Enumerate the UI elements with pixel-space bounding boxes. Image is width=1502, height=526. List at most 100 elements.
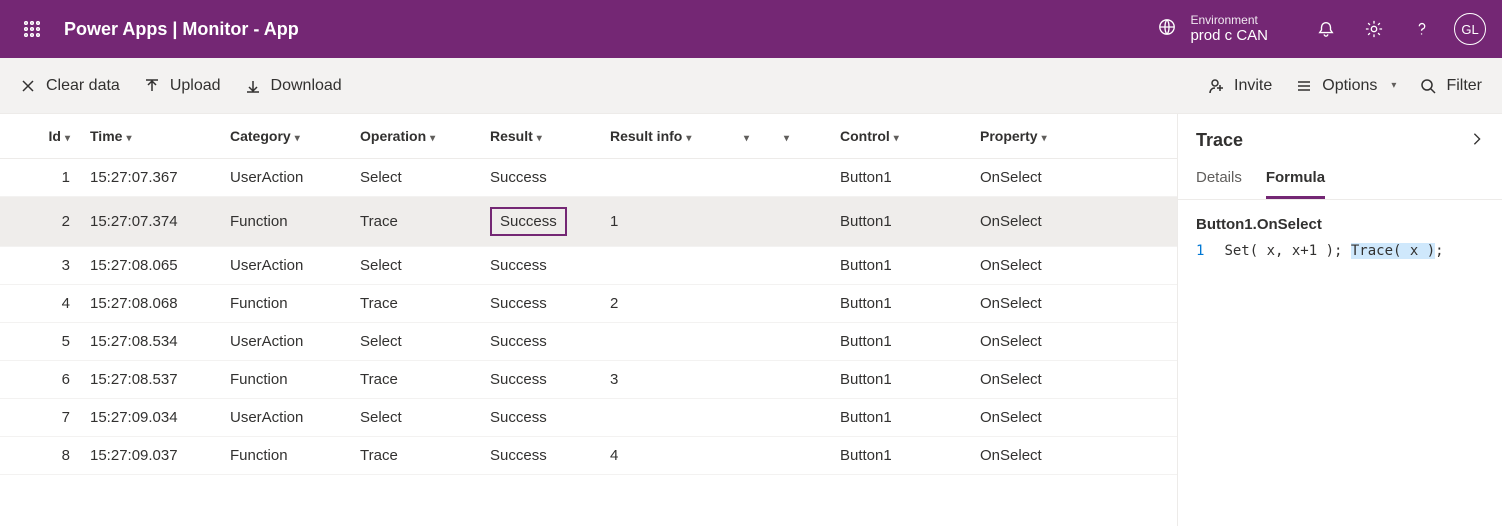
code-line-number: 1 [1196,243,1204,259]
waffle-icon[interactable] [8,21,56,37]
col-extra-2[interactable]: ▾ [770,114,830,159]
settings-icon[interactable] [1350,0,1398,58]
cell-control: Button1 [830,197,970,247]
chevron-down-icon: ▾ [295,133,300,144]
cell-result-info: 3 [600,361,730,399]
cell-property: OnSelect [970,361,1177,399]
cell-operation: Trace [350,437,480,475]
user-avatar[interactable]: GL [1454,13,1486,45]
table-row[interactable]: 115:27:07.367UserActionSelectSuccessButt… [0,159,1177,197]
cell-extra-1 [730,247,770,285]
table-row[interactable]: 415:27:08.068FunctionTraceSuccess2Button… [0,285,1177,323]
cell-result: Success [480,197,600,247]
cell-operation: Trace [350,285,480,323]
cell-category: Function [220,285,350,323]
tab-formula[interactable]: Formula [1266,161,1325,199]
cell-control: Button1 [830,285,970,323]
cell-operation: Select [350,159,480,197]
chevron-down-icon: ▾ [1391,80,1396,91]
notifications-icon[interactable] [1302,0,1350,58]
cell-time: 15:27:08.537 [80,361,220,399]
app-header: Power Apps | Monitor - App Environment p… [0,0,1502,58]
col-id[interactable]: Id▾ [0,114,80,159]
code-highlight: Trace( x ) [1351,243,1435,259]
code-prefix: Set( x, x+1 ); [1224,243,1350,259]
cell-time: 15:27:07.374 [80,197,220,247]
cell-operation: Select [350,247,480,285]
cell-result: Success [480,247,600,285]
clear-data-button[interactable]: Clear data [20,77,120,95]
cell-extra-2 [770,247,830,285]
cell-result-info [600,323,730,361]
cell-extra-2 [770,197,830,247]
cell-category: UserAction [220,323,350,361]
table-row[interactable]: 515:27:08.534UserActionSelectSuccessButt… [0,323,1177,361]
cell-result-info: 1 [600,197,730,247]
col-time[interactable]: Time▾ [80,114,220,159]
cell-extra-1 [730,197,770,247]
cell-result-info: 2 [600,285,730,323]
tab-details[interactable]: Details [1196,161,1242,199]
chevron-down-icon: ▾ [894,133,899,144]
col-category[interactable]: Category▾ [220,114,350,159]
cell-control: Button1 [830,437,970,475]
cell-result-info [600,399,730,437]
col-result[interactable]: Result▾ [480,114,600,159]
options-button[interactable]: Options ▾ [1296,77,1396,95]
chevron-down-icon: ▾ [65,133,70,144]
cell-result: Success [480,323,600,361]
cell-extra-2 [770,399,830,437]
cell-control: Button1 [830,323,970,361]
table-row[interactable]: 715:27:09.034UserActionSelectSuccessButt… [0,399,1177,437]
cell-extra-1 [730,323,770,361]
cell-id: 6 [0,361,80,399]
cell-time: 15:27:08.068 [80,285,220,323]
cell-id: 7 [0,399,80,437]
filter-label: Filter [1446,77,1482,95]
cell-id: 2 [0,197,80,247]
cell-extra-1 [730,437,770,475]
table-row[interactable]: 215:27:07.374FunctionTraceSuccess1Button… [0,197,1177,247]
invite-label: Invite [1234,77,1272,95]
col-extra-1[interactable]: ▾ [730,114,770,159]
cell-result: Success [480,399,600,437]
environment-picker[interactable]: Environment prod c CAN [1158,13,1272,45]
cell-result: Success [480,159,600,197]
cell-extra-2 [770,285,830,323]
cell-id: 8 [0,437,80,475]
help-icon[interactable] [1398,0,1446,58]
cell-property: OnSelect [970,197,1177,247]
formula-code: 1 Set( x, x+1 ); Trace( x ); [1196,243,1484,259]
cell-extra-1 [730,159,770,197]
cell-property: OnSelect [970,399,1177,437]
chevron-down-icon: ▾ [784,133,789,144]
cell-property: OnSelect [970,285,1177,323]
clear-data-label: Clear data [46,77,120,95]
download-button[interactable]: Download [245,77,342,95]
trace-panel: Trace Details Formula Button1.OnSelect 1… [1177,114,1502,526]
table-row[interactable]: 315:27:08.065UserActionSelectSuccessButt… [0,247,1177,285]
cell-time: 15:27:09.034 [80,399,220,437]
cell-category: Function [220,197,350,247]
cell-result-info [600,247,730,285]
cell-operation: Trace [350,361,480,399]
col-operation[interactable]: Operation▾ [350,114,480,159]
table-row[interactable]: 615:27:08.537FunctionTraceSuccess3Button… [0,361,1177,399]
code-suffix: ; [1435,243,1443,259]
filter-button[interactable]: Filter [1420,77,1482,95]
col-control[interactable]: Control▾ [830,114,970,159]
cell-property: OnSelect [970,437,1177,475]
upload-button[interactable]: Upload [144,77,221,95]
cell-id: 3 [0,247,80,285]
table-row[interactable]: 815:27:09.037FunctionTraceSuccess4Button… [0,437,1177,475]
cell-category: UserAction [220,399,350,437]
cell-extra-2 [770,323,830,361]
cell-id: 1 [0,159,80,197]
col-result-info[interactable]: Result info▾ [600,114,730,159]
app-title: Power Apps | Monitor - App [64,19,299,40]
invite-button[interactable]: Invite [1208,77,1272,95]
chevron-right-icon[interactable] [1470,132,1484,149]
cell-category: UserAction [220,159,350,197]
cell-id: 4 [0,285,80,323]
col-property[interactable]: Property▾ [970,114,1177,159]
